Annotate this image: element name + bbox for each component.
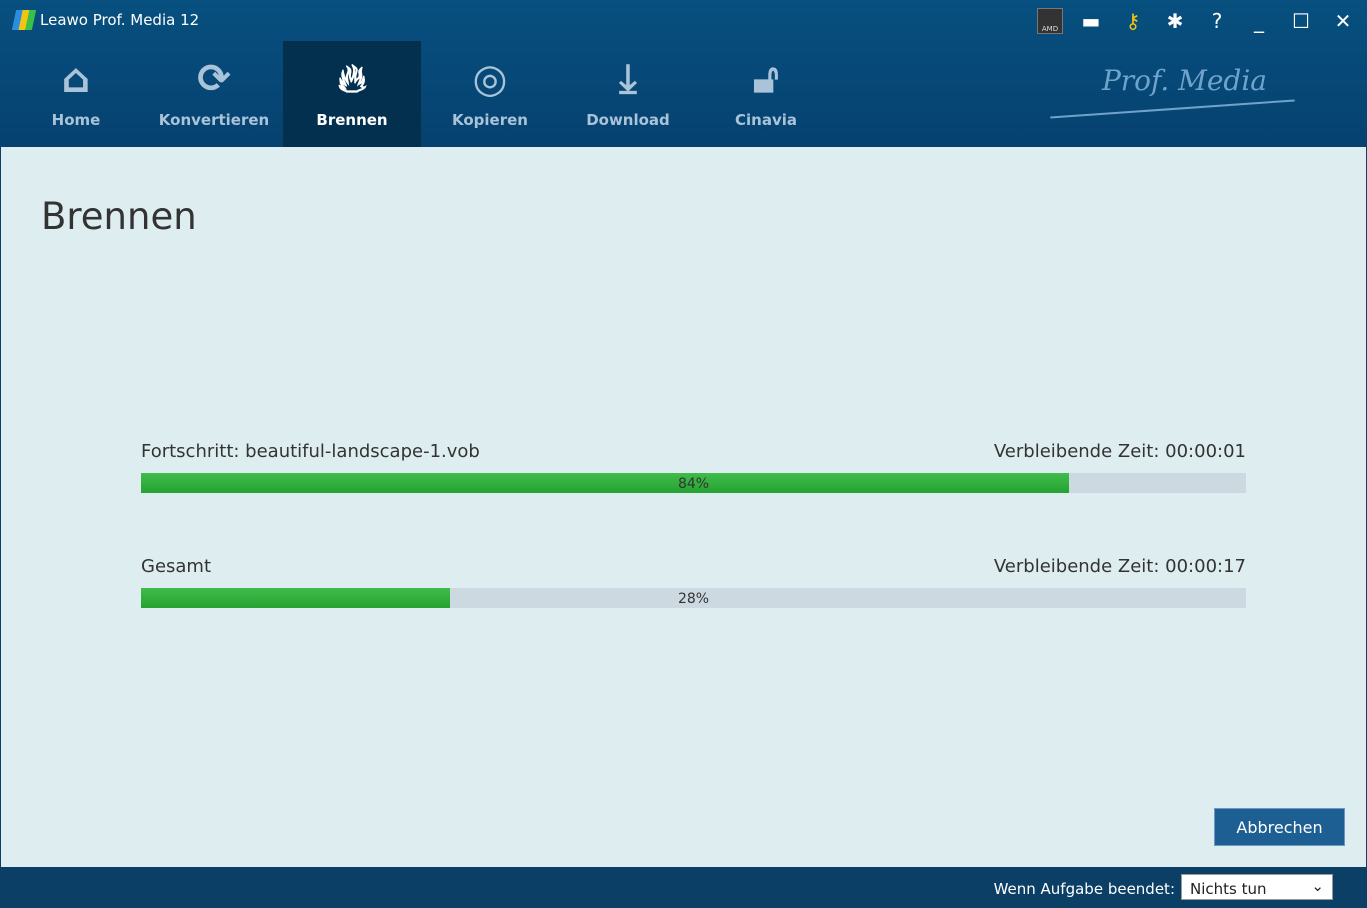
- window-controls: AMD ▬ ⚷ ✱ ? _ ☐ ✕: [1037, 8, 1357, 34]
- home-icon: ⌂: [61, 56, 91, 102]
- tab-label: Cinavia: [735, 111, 797, 129]
- amd-text: AMD: [1041, 25, 1059, 33]
- amd-badge-icon[interactable]: AMD: [1037, 8, 1063, 34]
- unlock-icon: 🔓︎: [753, 56, 779, 102]
- tab-cinavia[interactable]: 🔓︎ Cinavia: [697, 41, 835, 147]
- cancel-button[interactable]: Abbrechen: [1214, 808, 1345, 846]
- file-remaining-time: Verbleibende Zeit: 00:00:01: [993, 441, 1246, 462]
- on-complete-label: Wenn Aufgabe beendet:: [993, 880, 1175, 898]
- tab-home[interactable]: ⌂ Home: [7, 41, 145, 147]
- select-value: Nichts tun: [1190, 880, 1267, 898]
- tab-label: Kopieren: [452, 111, 528, 129]
- disc-icon: ◎: [472, 56, 508, 102]
- page-title: Brennen: [41, 195, 197, 238]
- total-progress-percent: 28%: [677, 591, 710, 607]
- app-title-text: Leawo Prof. Media 12: [40, 11, 200, 29]
- app-title: Leawo Prof. Media 12: [11, 10, 200, 30]
- on-complete-select[interactable]: Nichts tun ⌄: [1181, 874, 1333, 900]
- maximize-button[interactable]: ☐: [1287, 9, 1315, 33]
- total-progress-label: Gesamt: [141, 556, 212, 577]
- chevron-down-icon: ⌄: [1311, 877, 1324, 895]
- convert-icon: ⟳: [197, 56, 231, 102]
- main-panel: Brennen Fortschritt: beautiful-landscape…: [1, 147, 1366, 867]
- file-progress-percent: 84%: [677, 476, 710, 492]
- tab-konvertieren[interactable]: ⟳ Konvertieren: [145, 41, 283, 147]
- tab-brennen[interactable]: 🔥︎ Brennen: [283, 41, 421, 147]
- flame-icon: 🔥︎: [337, 56, 367, 102]
- brand-swoosh: [1050, 99, 1295, 119]
- total-remaining-time: Verbleibende Zeit: 00:00:17: [993, 556, 1246, 577]
- total-progress-bar: 28%: [141, 588, 1246, 608]
- gear-icon[interactable]: ✱: [1161, 9, 1189, 33]
- minimize-button[interactable]: _: [1245, 9, 1273, 33]
- key-icon[interactable]: ⚷: [1119, 9, 1147, 33]
- file-progress-label: Fortschritt: beautiful-landscape-1.vob: [141, 441, 480, 462]
- help-icon[interactable]: ?: [1203, 9, 1231, 33]
- main-nav: ⌂ Home ⟳ Konvertieren 🔥︎ Brennen ◎ Kopieren …: [7, 41, 835, 147]
- app-logo-icon: [11, 10, 37, 30]
- download-icon: ⤓: [619, 56, 637, 102]
- tab-label: Konvertieren: [158, 111, 270, 129]
- file-progress-bar: 84%: [141, 473, 1246, 493]
- footer: Wenn Aufgabe beendet: Nichts tun ⌄: [0, 867, 1367, 908]
- feedback-icon[interactable]: ▬: [1077, 9, 1105, 33]
- tab-label: Brennen: [316, 111, 388, 129]
- tab-download[interactable]: ⤓ Download: [559, 41, 697, 147]
- close-button[interactable]: ✕: [1329, 9, 1357, 33]
- tab-label: Home: [51, 111, 101, 129]
- tab-label: Download: [586, 111, 670, 129]
- brand-logo: Prof. Media: [1101, 64, 1267, 97]
- tab-kopieren[interactable]: ◎ Kopieren: [421, 41, 559, 147]
- header: Leawo Prof. Media 12 ⌂ Home ⟳ Konvertieren…: [0, 0, 1367, 147]
